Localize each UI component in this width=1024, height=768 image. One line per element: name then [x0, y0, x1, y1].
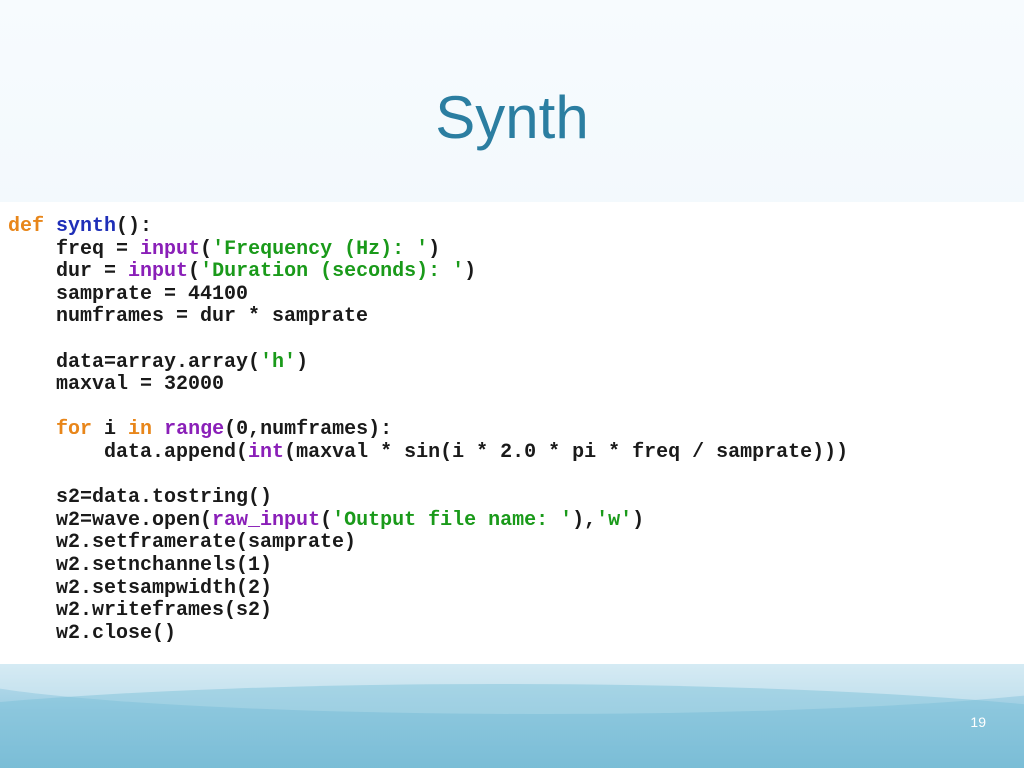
footer-band: 19	[0, 664, 1024, 768]
code-panel: def synth(): freq = input('Frequency (Hz…	[0, 202, 1024, 664]
code-token: in	[128, 418, 153, 442]
code-token: w2.setframerate(samprate)	[8, 531, 357, 555]
code-token: samprate = 44100	[8, 282, 249, 306]
code-line: w2.setframerate(samprate)	[8, 532, 848, 555]
code-line: samprate = 44100	[8, 282, 848, 307]
code-token: def	[8, 215, 45, 238]
code-token: )	[296, 350, 309, 374]
code-line: s2=data.tostring()	[8, 486, 848, 510]
code-token: synth	[56, 215, 117, 238]
code-line: ​	[8, 329, 848, 352]
code-line: data.append(int(maxval * sin(i * 2.0 * p…	[8, 440, 849, 465]
code-token: for	[56, 418, 93, 442]
code-token: 'Frequency (Hz): '	[212, 237, 429, 261]
code-token: ),	[572, 508, 597, 532]
code-line: w2=wave.open(raw_input('Output file name…	[8, 508, 848, 533]
code-line: w2.writeframes(s2)	[8, 599, 848, 623]
code-line: w2.setnchannels(1)	[8, 553, 848, 578]
code-token: 'Duration (seconds): '	[200, 260, 465, 284]
code-token: ():	[116, 215, 153, 238]
code-token: maxval = 32000	[8, 373, 225, 397]
code-line: w2.setsampwidth(2)	[8, 576, 848, 601]
code-token: w2.setsampwidth(2)	[8, 576, 273, 600]
code-line: data=array.array('h')	[8, 350, 848, 375]
code-line: ​	[8, 465, 848, 488]
code-token: (	[200, 237, 213, 261]
code-token: dur =	[8, 260, 129, 284]
code-token: (0,numframes):	[224, 418, 393, 442]
code-token: w2.close()	[8, 621, 177, 645]
code-token: 'Output file name: '	[332, 508, 573, 532]
code-token: w2.writeframes(s2)	[8, 599, 273, 623]
code-line: freq = input('Frequency (Hz): ')	[8, 237, 848, 262]
code-token: )	[428, 237, 441, 261]
code-token: 'h'	[260, 350, 297, 374]
decorative-wave	[0, 684, 1024, 768]
code-token: )	[632, 508, 645, 532]
code-line: ​	[8, 397, 848, 420]
code-token: range	[164, 418, 225, 442]
code-token: input	[140, 237, 201, 261]
code-block: def synth(): freq = input('Frequency (Hz…	[8, 215, 849, 646]
code-token: w2=wave.open(	[8, 508, 213, 532]
code-token: freq =	[8, 237, 141, 261]
code-token: i	[92, 418, 129, 442]
code-line: for i in range(0,numframes):	[8, 419, 848, 442]
code-token: input	[128, 260, 189, 284]
code-token: 'w'	[596, 508, 633, 532]
code-token: )	[464, 260, 477, 284]
code-token: data=array.array(	[8, 350, 261, 374]
slide: Synth def synth(): freq = input('Frequen…	[0, 0, 1024, 768]
code-line: maxval = 32000	[8, 373, 848, 397]
code-line: dur = input('Duration (seconds): ')	[8, 260, 848, 284]
code-token: (maxval * sin(i * 2.0 * pi * freq / samp…	[284, 440, 849, 464]
code-token: (	[320, 508, 333, 532]
page-number: 19	[970, 714, 986, 730]
code-token: data.append(	[8, 440, 249, 464]
code-token: w2.setnchannels(1)	[8, 553, 273, 577]
code-token: raw_input	[212, 508, 321, 532]
code-line: numframes = dur * samprate	[8, 306, 848, 329]
code-token: (	[188, 260, 201, 284]
code-line: def synth():	[8, 215, 848, 239]
code-token: s2=data.tostring()	[8, 486, 273, 510]
code-token: numframes = dur * samprate	[8, 305, 369, 329]
slide-title: Synth	[435, 84, 589, 151]
code-token: int	[248, 440, 285, 464]
code-line: w2.close()	[8, 621, 848, 646]
